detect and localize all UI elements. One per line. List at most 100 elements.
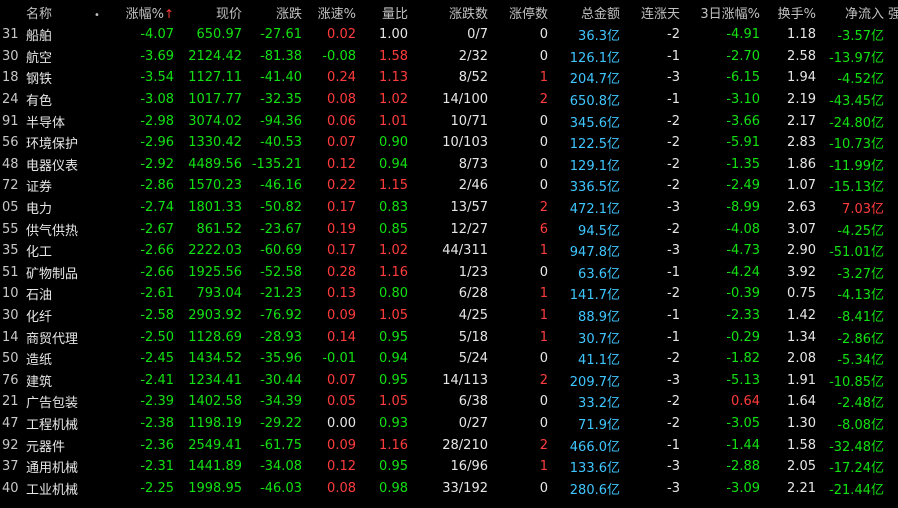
table-row[interactable]: 30 化纤 -2.58 2903.92 -76.92 0.09 1.05 4/25 1 88.9亿… xyxy=(0,305,898,327)
table-row[interactable]: 91 半导体 -2.98 3074.02 -94.36 0.06 1.01 10/71 0 345… xyxy=(0,110,898,132)
row-3day-change: -8.99 xyxy=(726,200,760,216)
row-streak-days: -2 xyxy=(667,178,680,194)
row-net-inflow: -4.52亿 xyxy=(837,72,884,88)
col-header-volume-ratio[interactable]: 量比 xyxy=(360,0,412,24)
table-row[interactable]: 37 通用机械 -2.31 1441.89 -34.08 0.12 0.95 16/96 1 13… xyxy=(0,456,898,478)
col-header-turnover[interactable]: 换手% xyxy=(764,0,820,24)
col-header-price[interactable]: 现价 xyxy=(178,0,246,24)
table-row[interactable]: 76 建筑 -2.41 1234.41 -30.44 0.07 0.95 14/113 2 209… xyxy=(0,370,898,392)
row-change-pct: -2.92 xyxy=(140,156,174,172)
row-price: 793.04 xyxy=(196,286,243,302)
row-change-pct: -2.86 xyxy=(140,178,174,194)
table-row[interactable]: 55 供气供热 -2.67 861.52 -23.67 0.19 0.85 12/27 6 94.… xyxy=(0,218,898,240)
row-change: -81.38 xyxy=(260,48,302,64)
table-row[interactable]: 35 化工 -2.66 2222.03 -60.69 0.17 1.02 44/311 1 947… xyxy=(0,240,898,262)
col-header-name[interactable]: 名称 • xyxy=(26,0,118,24)
row-streak-days: -2 xyxy=(667,135,680,151)
row-change-pct: -2.39 xyxy=(140,394,174,410)
row-change: -52.58 xyxy=(260,264,302,280)
row-streak-days: -3 xyxy=(667,459,680,475)
col-header-streak-days[interactable]: 连涨天 xyxy=(624,0,684,24)
col-header-limit-up-count[interactable]: 涨停数 xyxy=(492,0,552,24)
row-speed: 0.12 xyxy=(327,459,356,475)
row-name: 电力 xyxy=(26,202,53,218)
table-row[interactable]: 10 石油 -2.61 793.04 -21.23 0.13 0.80 6/28 1 141.7亿… xyxy=(0,283,898,305)
table-row[interactable]: 30 航空 -3.69 2124.42 -81.38 -0.08 1.58 2/32 0 126.… xyxy=(0,46,898,68)
row-price: 2124.42 xyxy=(188,48,242,64)
row-strength xyxy=(888,154,898,176)
row-speed: 0.08 xyxy=(327,480,356,496)
col-header-change[interactable]: 涨跌 xyxy=(246,0,306,24)
row-volume-ratio: 0.98 xyxy=(379,480,408,496)
row-volume-ratio: 1.15 xyxy=(379,178,408,194)
row-turnover: 1.64 xyxy=(787,394,816,410)
row-total-amount: 63.6亿 xyxy=(578,266,620,282)
row-change: -34.39 xyxy=(260,394,302,410)
row-change: -35.96 xyxy=(260,351,302,367)
row-volume-ratio: 0.83 xyxy=(379,200,408,216)
row-turnover: 1.91 xyxy=(787,372,816,388)
row-net-inflow: -3.27亿 xyxy=(837,266,884,282)
row-strength xyxy=(888,240,898,262)
row-volume-ratio: 0.90 xyxy=(379,135,408,151)
table-row[interactable]: 21 广告包装 -2.39 1402.58 -34.39 0.05 1.05 6/38 0 33.… xyxy=(0,391,898,413)
col-header-speed[interactable]: 涨速% xyxy=(306,0,360,24)
col-header-total-amount[interactable]: 总金额 xyxy=(552,0,624,24)
col-header-3day-change[interactable]: 3日涨幅% xyxy=(684,0,764,24)
table-row[interactable]: 24 有色 -3.08 1017.77 -32.35 0.08 1.02 14/100 2 650… xyxy=(0,89,898,111)
row-price: 1441.89 xyxy=(188,459,242,475)
row-streak-days: -3 xyxy=(667,200,680,216)
row-volume-ratio: 0.94 xyxy=(379,351,408,367)
row-speed: 0.24 xyxy=(327,70,356,86)
row-strength xyxy=(888,262,898,284)
row-change: -46.16 xyxy=(260,178,302,194)
row-total-amount: 36.3亿 xyxy=(578,29,620,45)
row-change-pct: -2.96 xyxy=(140,135,174,151)
row-change-pct: -2.58 xyxy=(140,308,174,324)
row-net-inflow: -2.48亿 xyxy=(837,396,884,412)
row-turnover: 3.92 xyxy=(787,264,816,280)
row-streak-days: -2 xyxy=(667,27,680,43)
row-change-pct: -2.74 xyxy=(140,200,174,216)
row-code: 76 xyxy=(2,372,19,388)
row-code: 35 xyxy=(2,243,19,259)
col-header-change-pct[interactable]: 涨幅%↑ xyxy=(118,0,178,24)
table-row[interactable]: 47 工程机械 -2.38 1198.19 -29.22 0.00 0.93 0/27 0 71.… xyxy=(0,413,898,435)
row-net-inflow: -13.97亿 xyxy=(829,50,884,66)
col-header-strength[interactable]: 强 xyxy=(888,0,898,24)
row-up-down-count: 0/27 xyxy=(458,415,488,431)
row-change: -21.23 xyxy=(260,286,302,302)
row-3day-change: -3.05 xyxy=(726,415,760,431)
table-row[interactable]: 72 证券 -2.86 1570.23 -46.16 0.22 1.15 2/46 0 336.5… xyxy=(0,175,898,197)
row-price: 3074.02 xyxy=(188,113,242,129)
table-row[interactable]: 05 电力 -2.74 1801.33 -50.82 0.17 0.83 13/57 2 472.… xyxy=(0,197,898,219)
table-row[interactable]: 48 电器仪表 -2.92 4489.56 -135.21 0.12 0.94 8/73 0 12… xyxy=(0,154,898,176)
col-header-up-down-count[interactable]: 涨跌数 xyxy=(412,0,492,24)
row-change: -60.69 xyxy=(260,243,302,259)
row-speed: 0.00 xyxy=(327,415,356,431)
row-limit-up-count: 2 xyxy=(539,372,548,388)
col-header-net-inflow[interactable]: 净流入 xyxy=(820,0,888,24)
table-row[interactable]: 50 造纸 -2.45 1434.52 -35.96 -0.01 0.94 5/24 0 41.1… xyxy=(0,348,898,370)
table-row[interactable]: 92 元器件 -2.36 2549.41 -61.75 0.09 1.16 28/210 2 46… xyxy=(0,434,898,456)
table-row[interactable]: 51 矿物制品 -2.66 1925.56 -52.58 0.28 1.16 1/23 0 63.… xyxy=(0,262,898,284)
table-row[interactable]: 14 商贸代理 -2.50 1128.69 -28.93 0.14 0.95 5/18 1 30.… xyxy=(0,326,898,348)
row-limit-up-count: 0 xyxy=(539,135,548,151)
row-turnover: 2.90 xyxy=(787,243,816,259)
row-code: 10 xyxy=(2,286,19,302)
row-speed: 0.14 xyxy=(327,329,356,345)
table-row[interactable]: 31 船舶 -4.07 650.97 -27.61 0.02 1.00 0/7 0 36.3亿 -2… xyxy=(0,24,898,46)
row-name: 通用机械 xyxy=(26,461,79,477)
sector-quote-table: 名称 • 涨幅%↑ 现价 涨跌 涨速% 量比 涨跌数 涨停数 总金额 连涨天 3日… xyxy=(0,0,898,499)
row-price: 1128.69 xyxy=(188,329,242,345)
table-row[interactable]: 40 工业机械 -2.25 1998.95 -46.03 0.08 0.98 33/192 0 2… xyxy=(0,477,898,499)
row-change: -40.53 xyxy=(260,135,302,151)
table-row[interactable]: 56 环境保护 -2.96 1330.42 -40.53 0.07 0.90 10/103 0 1… xyxy=(0,132,898,154)
row-change: -61.75 xyxy=(260,437,302,453)
row-name: 化工 xyxy=(26,245,53,261)
row-limit-up-count: 0 xyxy=(539,113,548,129)
row-speed: -0.08 xyxy=(322,48,356,64)
table-row[interactable]: 18 钢铁 -3.54 1127.11 -41.40 0.24 1.13 8/52 1 204.7… xyxy=(0,67,898,89)
row-streak-days: -3 xyxy=(667,480,680,496)
row-speed: -0.01 xyxy=(322,351,356,367)
